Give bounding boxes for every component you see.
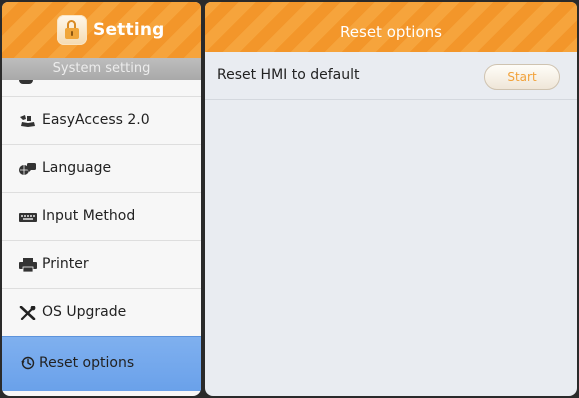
settings-sidebar: Setting System setting EasyAccess 2.0 La… — [2, 2, 201, 396]
sidebar-item-label: OS Upgrade — [42, 304, 127, 320]
sidebar-item-os-upgrade[interactable]: OS Upgrade — [2, 288, 201, 336]
reset-options-panel: Reset options Reset HMI to default Start — [205, 2, 577, 396]
sidebar-item-label: Printer — [42, 256, 89, 272]
reset-icon — [21, 356, 35, 370]
tools-icon — [19, 306, 36, 320]
sidebar-item-label: Reset options — [39, 355, 135, 371]
sidebar-item-label: Input Method — [42, 208, 136, 224]
start-button[interactable]: Start — [484, 64, 560, 90]
partial-item-icon — [19, 80, 33, 84]
language-icon — [19, 163, 36, 175]
app-title: Setting — [93, 20, 165, 40]
sidebar-item-reset-options[interactable]: Reset options — [2, 336, 201, 391]
sidebar-item-printer[interactable]: Printer — [2, 240, 201, 288]
sidebar-item-label: EasyAccess 2.0 — [42, 112, 150, 128]
printer-icon — [19, 258, 37, 272]
sidebar-section-title: System setting — [2, 58, 201, 80]
sidebar-item-label: Language — [42, 160, 112, 176]
reset-hmi-row: Reset HMI to default Start — [205, 52, 577, 100]
sidebar-item-easyaccess[interactable]: EasyAccess 2.0 — [2, 96, 201, 144]
easyaccess-icon — [20, 115, 35, 127]
keyboard-icon — [19, 213, 37, 222]
reset-hmi-label: Reset HMI to default — [217, 67, 360, 83]
lock-icon — [57, 15, 87, 45]
panel-title: Reset options — [205, 2, 577, 52]
window-frame: Setting System setting EasyAccess 2.0 La… — [0, 0, 579, 398]
sidebar-item-language[interactable]: Language — [2, 144, 201, 192]
sidebar-item-input-method[interactable]: Input Method — [2, 192, 201, 240]
sidebar-header: Setting — [2, 2, 201, 58]
